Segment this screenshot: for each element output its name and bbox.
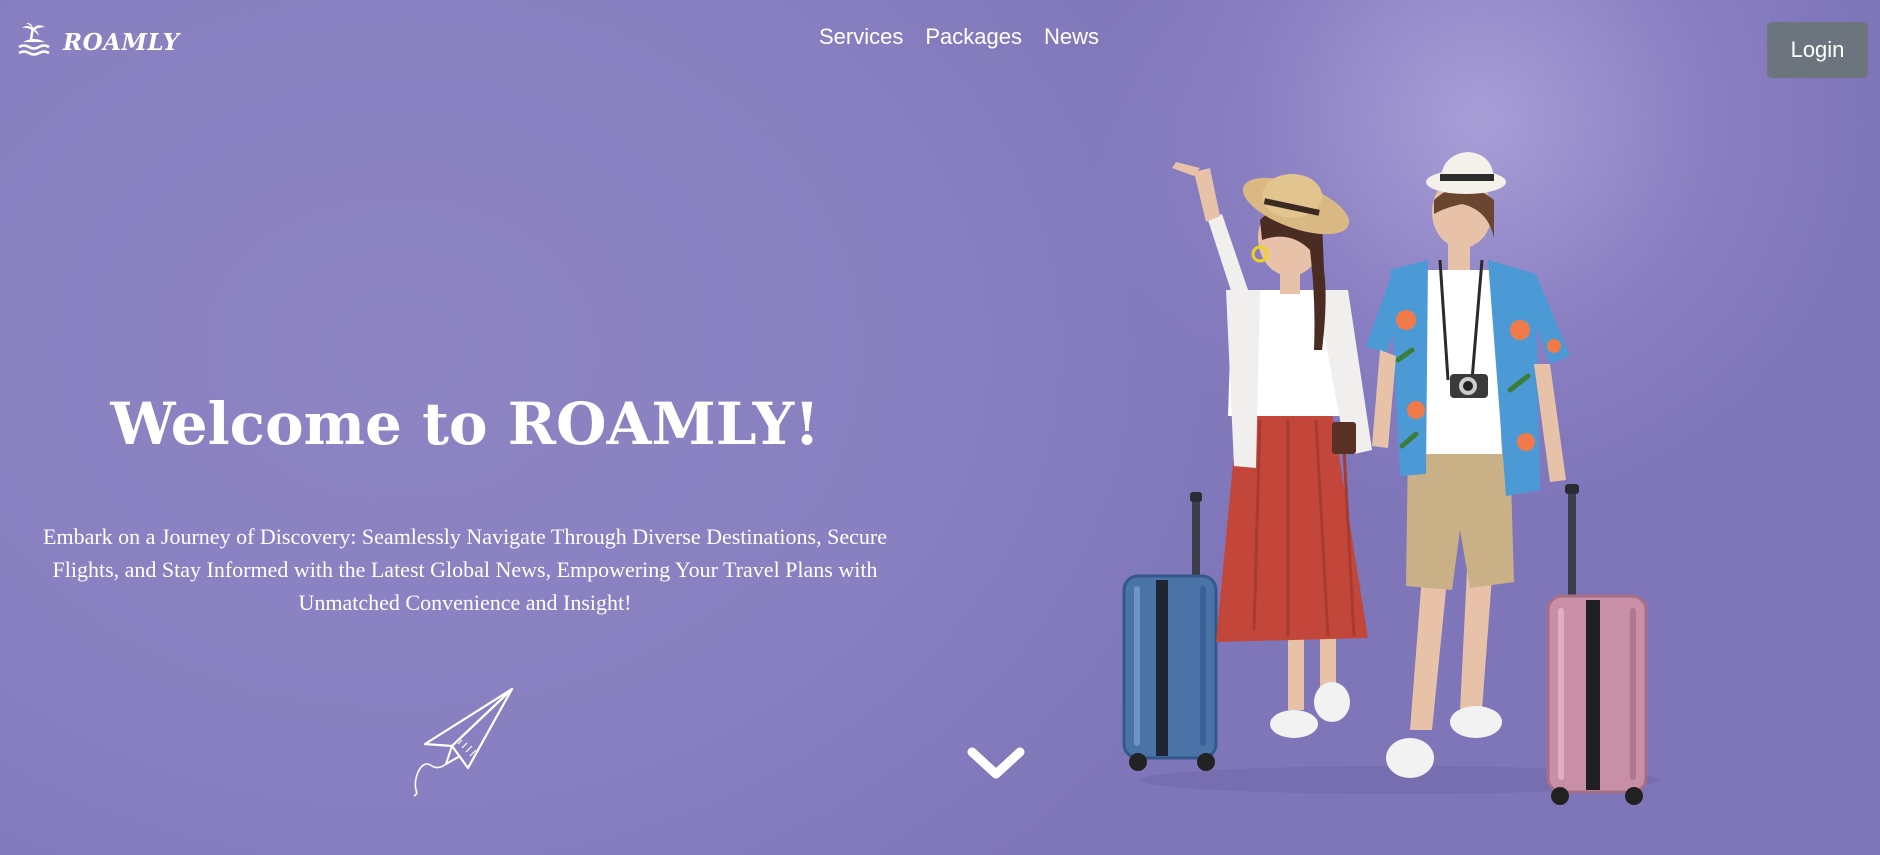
- login-button[interactable]: Login: [1767, 22, 1868, 78]
- brand-logo[interactable]: ROAMLY: [17, 22, 180, 63]
- chevron-down-icon[interactable]: [966, 744, 1026, 789]
- nav-packages[interactable]: Packages: [925, 24, 1022, 50]
- palm-island-icon: [17, 22, 51, 63]
- paper-plane-icon: [410, 686, 520, 803]
- landing-page: ROAMLY Services Packages News Login Welc…: [0, 0, 1880, 855]
- pink-suitcase: [1546, 484, 1648, 805]
- man-figure: [1366, 152, 1570, 778]
- main-nav: Services Packages News: [819, 24, 1099, 50]
- hero-image: [1110, 150, 1680, 815]
- blue-suitcase: [1122, 492, 1218, 771]
- nav-services[interactable]: Services: [819, 24, 903, 50]
- hero-subtitle: Embark on a Journey of Discovery: Seamle…: [43, 524, 887, 615]
- hero-title: Welcome to ROAMLY!: [110, 390, 820, 458]
- brand-name: ROAMLY: [63, 29, 180, 56]
- nav-news[interactable]: News: [1044, 24, 1099, 50]
